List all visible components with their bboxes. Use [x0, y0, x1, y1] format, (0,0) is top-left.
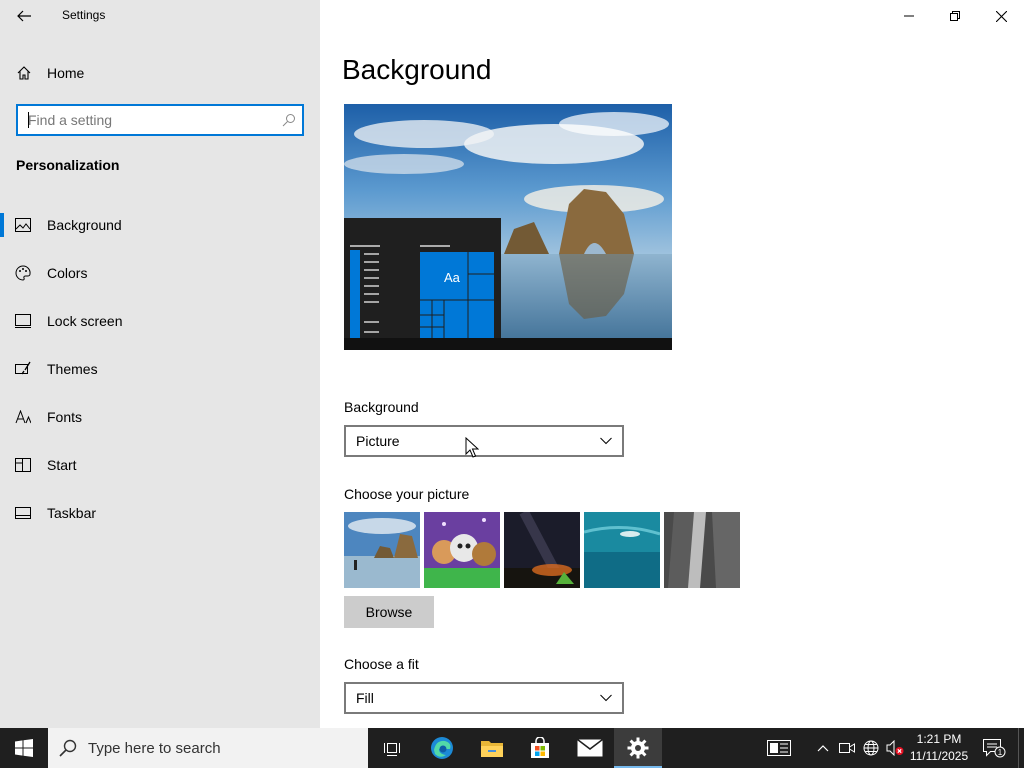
- action-center-button[interactable]: 1: [976, 728, 1012, 768]
- nav-item-fonts[interactable]: Fonts: [0, 397, 320, 437]
- windows-logo-icon: [15, 739, 33, 757]
- text-caret: [28, 112, 29, 128]
- taskbar-search-box[interactable]: Type here to search: [48, 728, 368, 768]
- fonts-icon: [0, 410, 47, 424]
- clock-date: 11/11/2025: [909, 749, 969, 763]
- nav-item-label: Themes: [47, 361, 98, 377]
- minimize-icon: [904, 15, 914, 17]
- meet-now-button[interactable]: [836, 728, 858, 768]
- nav-item-label: Fonts: [47, 409, 83, 425]
- page-title: Background: [342, 54, 492, 85]
- choose-fit-value: Fill: [356, 690, 374, 706]
- desktop-preview: Aa: [344, 104, 672, 350]
- network-globe-icon: [863, 740, 879, 756]
- themes-brush-icon: [0, 361, 47, 377]
- settings-app-button[interactable]: [614, 728, 662, 768]
- picture-thumbnail[interactable]: [344, 512, 420, 588]
- chevron-down-icon: [600, 694, 612, 702]
- home-icon: [0, 65, 47, 81]
- back-arrow-icon: [17, 10, 31, 22]
- search-icon[interactable]: [276, 113, 302, 127]
- volume-muted-icon: [886, 740, 904, 756]
- choose-fit-label: Choose a fit: [344, 656, 419, 672]
- nav-item-colors[interactable]: Colors: [0, 253, 320, 293]
- edge-icon: [431, 737, 453, 759]
- app-title: Settings: [62, 8, 106, 22]
- find-setting-input[interactable]: [18, 112, 276, 128]
- news-icon: [767, 740, 791, 756]
- preview-sample-text: Aa: [444, 270, 461, 285]
- picture-thumbnails: [344, 512, 740, 588]
- video-camera-icon: [839, 743, 855, 753]
- notifications-icon: 1: [983, 739, 1006, 758]
- nav-home[interactable]: Home: [0, 56, 320, 90]
- preview-wallpaper-image: Aa: [344, 104, 672, 350]
- store-icon: [531, 737, 549, 758]
- network-button[interactable]: [859, 728, 883, 768]
- palette-icon: [0, 265, 47, 281]
- section-title: Personalization: [16, 157, 120, 173]
- close-button[interactable]: [978, 0, 1024, 32]
- nav-item-background[interactable]: Background: [0, 205, 320, 245]
- nav-item-label: Start: [47, 457, 77, 473]
- edge-button[interactable]: [418, 728, 466, 768]
- background-type-label: Background: [344, 399, 419, 415]
- news-widget-button[interactable]: [762, 728, 796, 768]
- nav-item-start[interactable]: Start: [0, 445, 320, 485]
- chevron-up-icon: [817, 745, 829, 752]
- show-desktop-button[interactable]: [1018, 728, 1024, 768]
- chevron-down-icon: [600, 437, 612, 445]
- picture-thumbnail[interactable]: [584, 512, 660, 588]
- start-button[interactable]: [0, 728, 48, 768]
- taskbar-search-placeholder: Type here to search: [88, 739, 221, 757]
- background-type-value: Picture: [356, 433, 400, 449]
- start-icon: [0, 458, 47, 472]
- show-hidden-icons-button[interactable]: [812, 728, 834, 768]
- close-icon: [995, 10, 1007, 22]
- settings-gear-icon: [627, 737, 649, 759]
- picture-thumbnail[interactable]: [664, 512, 740, 588]
- restore-button[interactable]: [932, 0, 978, 32]
- taskbar-icon: [0, 507, 47, 519]
- taskbar-clock[interactable]: 1:21 PM 11/11/2025: [906, 731, 972, 765]
- lock-screen-icon: [0, 314, 47, 328]
- picture-thumbnail[interactable]: [424, 512, 500, 588]
- choose-picture-label: Choose your picture: [344, 486, 470, 502]
- mouse-pointer-icon: [465, 437, 479, 458]
- volume-button[interactable]: [884, 728, 906, 768]
- picture-icon: [0, 218, 47, 232]
- nav-item-lock-screen[interactable]: Lock screen: [0, 301, 320, 341]
- task-view-button[interactable]: [368, 728, 416, 768]
- nav-item-label: Lock screen: [47, 313, 123, 329]
- search-icon: [48, 739, 88, 757]
- microsoft-store-button[interactable]: [516, 728, 564, 768]
- restore-icon: [950, 11, 960, 21]
- task-view-icon: [384, 743, 400, 756]
- browse-button[interactable]: Browse: [344, 596, 434, 628]
- nav-item-label: Colors: [47, 265, 88, 281]
- file-explorer-icon: [481, 741, 503, 757]
- mail-icon: [577, 739, 603, 757]
- navigation-pane: Settings Home Personalization Background…: [0, 0, 320, 728]
- notification-count: 1: [998, 748, 1003, 757]
- minimize-button[interactable]: [886, 0, 932, 32]
- find-setting-search[interactable]: [16, 104, 304, 136]
- back-button[interactable]: [0, 0, 48, 32]
- nav-item-label: Taskbar: [47, 505, 97, 521]
- nav-item-label: Background: [47, 217, 122, 233]
- file-explorer-button[interactable]: [468, 728, 516, 768]
- nav-item-themes[interactable]: Themes: [0, 349, 320, 389]
- taskbar: Type here to search 1:21 PM 11/11/2025 1: [0, 728, 1024, 768]
- choose-fit-dropdown[interactable]: Fill: [344, 682, 624, 714]
- picture-thumbnail[interactable]: [504, 512, 580, 588]
- mail-button[interactable]: [566, 728, 614, 768]
- clock-time: 1:21 PM: [916, 732, 962, 746]
- nav-item-taskbar[interactable]: Taskbar: [0, 493, 320, 533]
- nav-home-label: Home: [47, 65, 85, 81]
- background-type-dropdown[interactable]: Picture: [344, 425, 624, 457]
